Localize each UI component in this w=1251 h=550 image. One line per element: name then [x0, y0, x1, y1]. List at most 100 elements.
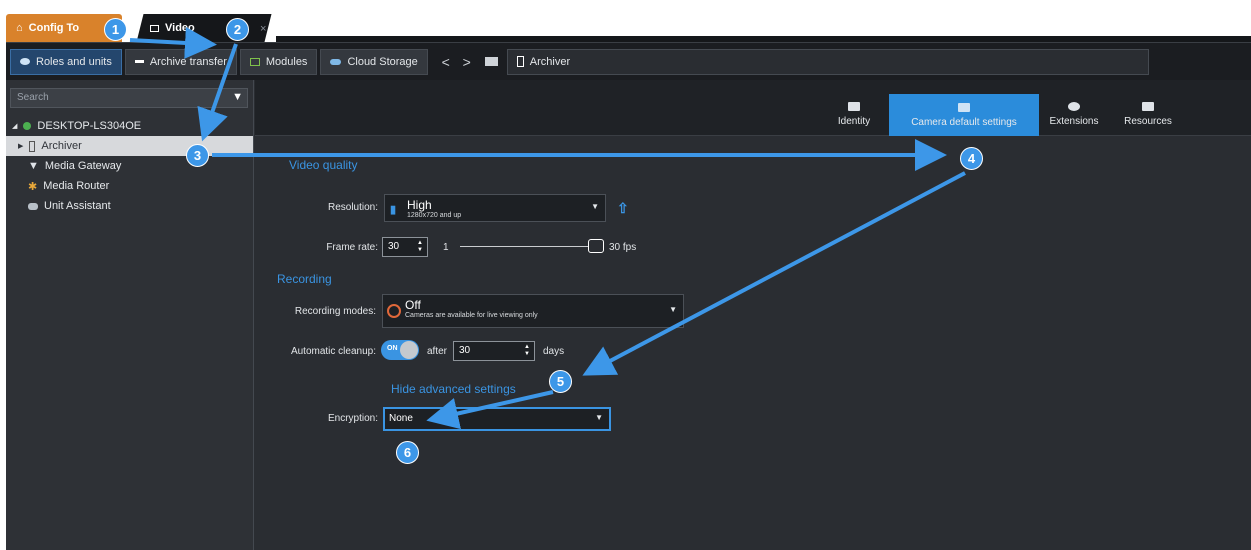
chevron-down-icon: ▼ — [669, 305, 677, 314]
tab-resources-label: Resources — [1124, 115, 1172, 127]
roles-label: Roles and units — [36, 55, 112, 68]
collapse-arrow-icon: ▶ — [18, 143, 24, 150]
framerate-value: 30 — [388, 241, 400, 252]
back-arrow-icon[interactable]: < — [437, 54, 455, 70]
automatic-cleanup-toggle[interactable]: ON — [381, 340, 419, 360]
tree-label-media-router: Media Router — [43, 180, 110, 192]
resolution-dropdown[interactable]: ▮ High 1280x720 and up ▼ — [384, 194, 606, 222]
chevron-down-icon: ▼ — [591, 202, 599, 211]
framerate-slider-track[interactable] — [460, 246, 592, 247]
step-badge-4: 4 — [960, 147, 983, 170]
tab-config-label: Config To — [28, 22, 80, 34]
modules-label: Modules — [265, 55, 308, 68]
camera-icon — [958, 102, 970, 112]
tree-item-media-router[interactable]: ✱ Media Router — [6, 176, 253, 196]
extensions-icon — [1068, 101, 1080, 111]
router-icon: ✱ — [28, 180, 38, 193]
step-badge-1: 1 — [104, 18, 127, 41]
off-icon — [387, 304, 401, 318]
monitor-icon — [150, 24, 159, 32]
resolution-value: High — [407, 198, 432, 212]
tree-root-server[interactable]: ◢ DESKTOP-LS304OE — [6, 116, 253, 136]
stepper-arrows-icon: ▲ ▼ — [417, 240, 423, 253]
tree-item-media-gateway[interactable]: ▼ Media Gateway — [6, 156, 253, 176]
cleanup-days-stepper[interactable]: 30 ▲ ▼ — [453, 341, 535, 361]
chevron-down-icon: ▼ — [595, 413, 603, 422]
config-tabs-bar: Identity Camera default settings Extensi… — [255, 80, 1251, 136]
security-desk-window: ⌂ Config To Video × Roles and units Arch… — [6, 6, 1251, 550]
search-placeholder: Search — [17, 92, 49, 103]
toggle-state-label: ON — [387, 345, 398, 352]
tab-extensions-label: Extensions — [1049, 115, 1099, 127]
section-recording: Recording — [277, 272, 332, 286]
encryption-dropdown[interactable]: None ▼ — [383, 407, 611, 431]
recording-sub: Cameras are available for live viewing o… — [405, 312, 538, 319]
expand-arrow-icon: ◢ — [12, 123, 18, 130]
signal-bars-icon: ▮ — [390, 204, 397, 216]
video-tab-content: Video — [150, 22, 195, 34]
upgrade-arrow-icon[interactable]: ⇧ — [617, 200, 629, 217]
archive-transfer-button[interactable]: Archive transfer — [124, 48, 237, 75]
cleanup-days-value: 30 — [459, 345, 471, 356]
breadcrumb-label: Archiver — [529, 55, 571, 68]
archiver-icon — [29, 140, 36, 152]
tab-video[interactable]: Video — [136, 14, 272, 42]
roles-icon — [20, 58, 30, 65]
tree-item-unit-assistant[interactable]: Unit Assistant — [6, 196, 253, 216]
resources-icon — [1142, 101, 1154, 111]
cloud-icon — [330, 58, 342, 65]
gateway-icon: ▼ — [28, 160, 39, 172]
entity-tree: ◢ DESKTOP-LS304OE ▶ Archiver ▼ Media Gat… — [6, 116, 253, 216]
framerate-slider-thumb[interactable] — [588, 239, 604, 253]
tab-extensions[interactable]: Extensions — [1043, 92, 1105, 136]
recording-modes-dropdown[interactable]: Off Cameras are available for live viewi… — [382, 294, 684, 328]
forward-arrow-icon[interactable]: > — [458, 54, 476, 70]
resolution-label: Resolution: — [327, 202, 378, 213]
framerate-stepper[interactable]: 30 ▲ ▼ — [382, 237, 428, 257]
encryption-label: Encryption: — [327, 413, 378, 424]
modules-button[interactable]: Modules — [239, 48, 318, 75]
step-badge-3: 3 — [186, 144, 209, 167]
hide-advanced-settings-link[interactable]: Hide advanced settings — [391, 382, 516, 396]
roles-and-units-button[interactable]: Roles and units — [10, 48, 122, 75]
archive-label: Archive transfer — [149, 55, 227, 68]
framerate-max: 30 fps — [609, 242, 637, 253]
search-input[interactable]: Search ▼ — [10, 88, 248, 108]
toggle-knob — [400, 341, 418, 359]
tab-identity-label: Identity — [837, 115, 871, 127]
assistant-icon — [28, 202, 38, 210]
tab-resources[interactable]: Resources — [1117, 92, 1179, 136]
tab-strip: ⌂ Config To Video × — [6, 6, 1251, 42]
home-icon: ⌂ — [16, 22, 23, 34]
resolution-sub: 1280x720 and up — [407, 212, 462, 219]
stepper-arrows-icon: ▲ ▼ — [524, 344, 530, 357]
cleanup-days-label: days — [543, 346, 565, 357]
tree-label-media-gateway: Media Gateway — [44, 160, 122, 172]
screen-icon[interactable] — [484, 57, 498, 66]
toolbar: Roles and units Archive transfer Modules… — [6, 42, 1251, 80]
modules-icon — [249, 57, 260, 66]
framerate-min: 1 — [443, 242, 449, 253]
breadcrumb-archiver[interactable]: Archiver — [506, 48, 1149, 75]
recording-modes-label: Recording modes: — [294, 306, 376, 317]
tree-label-unit-assistant: Unit Assistant — [44, 200, 111, 212]
server-status-icon — [23, 122, 32, 130]
step-badge-2: 2 — [226, 18, 249, 41]
tab-camera-default-settings[interactable]: Camera default settings — [889, 94, 1039, 136]
recording-value: Off — [405, 298, 421, 312]
tab-identity[interactable]: Identity — [831, 92, 877, 136]
tree-label-archiver: Archiver — [41, 140, 82, 152]
automatic-cleanup-label: Automatic cleanup: — [290, 346, 376, 357]
transfer-icon — [134, 60, 144, 63]
cloud-label: Cloud Storage — [347, 55, 418, 68]
encryption-value: None — [389, 413, 413, 424]
close-tab-icon[interactable]: × — [260, 23, 266, 35]
cleanup-after-label: after — [427, 346, 448, 357]
tab-video-label: Video — [165, 22, 195, 34]
tree-item-archiver[interactable]: ▶ Archiver — [6, 136, 253, 156]
tab-camera-label: Camera default settings — [911, 116, 1017, 128]
step-badge-5: 5 — [549, 370, 572, 393]
cloud-storage-button[interactable]: Cloud Storage — [320, 48, 428, 75]
filter-icon[interactable]: ▼ — [232, 91, 243, 103]
tree-root-label: DESKTOP-LS304OE — [37, 120, 142, 132]
